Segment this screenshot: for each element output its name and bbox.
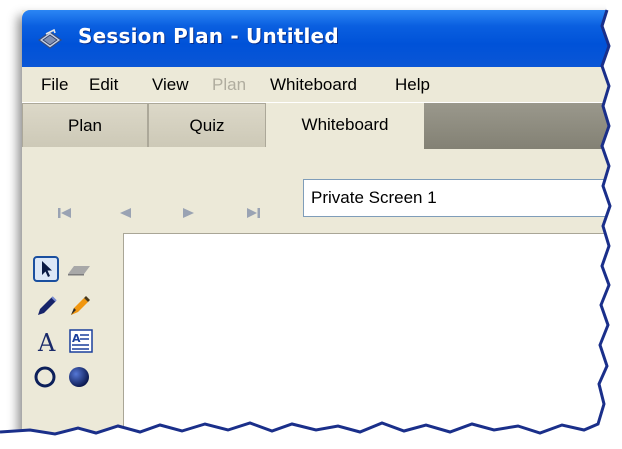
last-icon[interactable] [244, 206, 262, 220]
menu-whiteboard[interactable]: Whiteboard [270, 75, 357, 95]
window-title: Session Plan - Untitled [78, 24, 339, 48]
title-bar[interactable]: Session Plan - Untitled [22, 10, 622, 67]
previous-icon[interactable] [116, 206, 134, 220]
menu-view[interactable]: View [152, 75, 189, 95]
screen-select[interactable]: Private Screen 1 [303, 179, 622, 217]
first-icon[interactable] [56, 206, 74, 220]
tab-strip-fill [424, 103, 622, 149]
svg-text:A: A [72, 332, 81, 345]
tab-plan[interactable]: Plan [22, 103, 148, 147]
menu-plan[interactable]: Plan [212, 75, 246, 95]
menu-bar: File Edit View Plan Whiteboard Help [22, 67, 622, 103]
tab-whiteboard[interactable]: Whiteboard [266, 103, 424, 147]
textbox-tool-icon[interactable]: A [68, 328, 94, 354]
circle-outline-tool-icon[interactable] [33, 364, 59, 390]
whiteboard-canvas[interactable] [123, 233, 622, 434]
pointer-tool-icon[interactable] [33, 256, 59, 282]
eraser-tool-icon[interactable] [66, 258, 92, 284]
tab-quiz[interactable]: Quiz [148, 103, 266, 147]
text-tool-icon[interactable]: A [34, 328, 62, 356]
menu-help[interactable]: Help [395, 75, 430, 95]
circle-filled-tool-icon[interactable] [66, 364, 92, 390]
tab-bar: Plan Quiz Whiteboard [22, 103, 622, 149]
highlighter-tool-icon[interactable] [67, 293, 93, 319]
app-window: Session Plan - Untitled File Edit View P… [22, 10, 622, 434]
app-logo-icon [37, 28, 63, 50]
next-icon[interactable] [180, 206, 198, 220]
menu-file[interactable]: File [41, 75, 68, 95]
menu-edit[interactable]: Edit [89, 75, 118, 95]
text-tool-glyph: A [37, 329, 56, 356]
pen-tool-icon[interactable] [34, 293, 60, 319]
